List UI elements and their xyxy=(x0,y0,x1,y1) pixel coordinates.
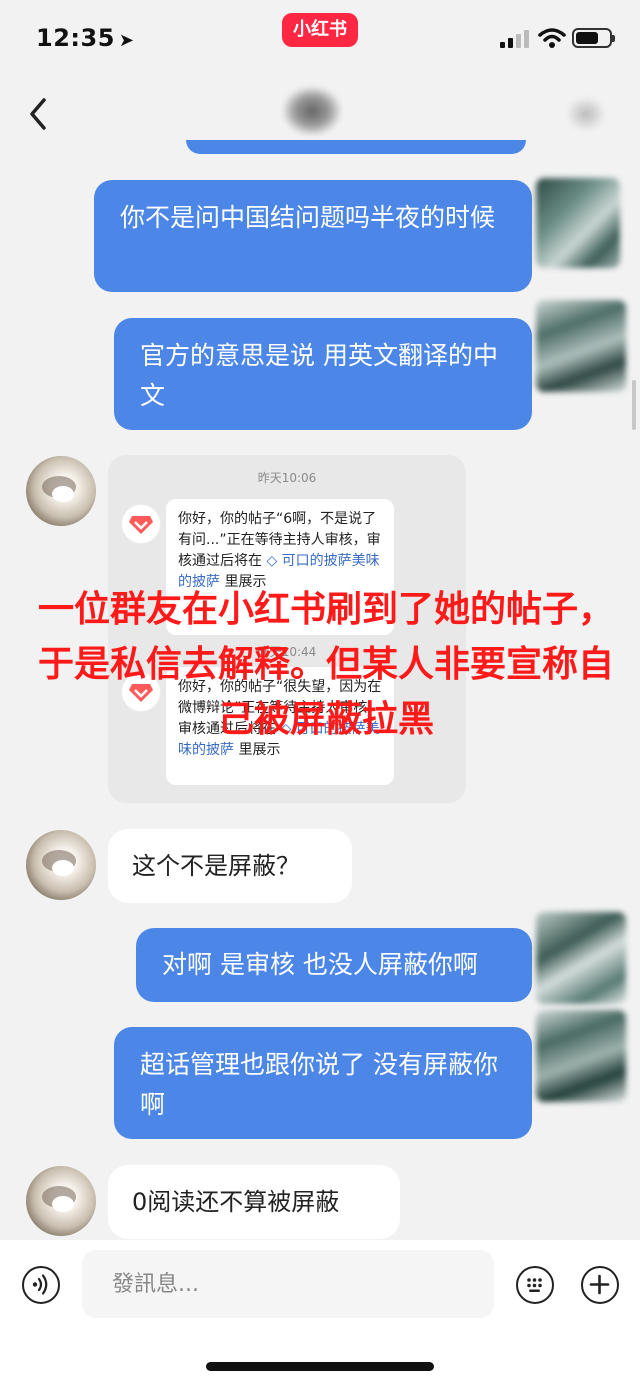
contact-avatar[interactable] xyxy=(26,830,96,900)
cellular-signal-icon xyxy=(500,30,530,48)
message-text: 这个不是屏蔽？ xyxy=(132,852,300,880)
voice-button[interactable] xyxy=(22,1266,60,1304)
status-time: 12:35 ➤ xyxy=(36,24,135,52)
back-button[interactable] xyxy=(24,94,54,134)
location-arrow-icon: ➤ xyxy=(118,30,135,51)
previous-message-edge xyxy=(186,140,526,154)
message-text: 官方的意思是说 用英文翻译的中文 xyxy=(140,341,498,410)
blurred-self-avatar[interactable] xyxy=(536,912,626,1004)
blurred-self-avatar[interactable] xyxy=(536,1010,626,1102)
scrollbar[interactable] xyxy=(632,380,636,430)
status-bar: 12:35 ➤ 小红书 xyxy=(0,0,640,80)
message-text: 对啊 是审核 也没人屏蔽你啊 xyxy=(162,950,478,979)
plus-icon xyxy=(589,1274,610,1295)
message-input[interactable] xyxy=(82,1250,494,1318)
blurred-header-avatar[interactable] xyxy=(566,96,606,132)
moderator-badge-icon xyxy=(122,505,160,543)
app-badge: 小红书 xyxy=(282,13,358,47)
sent-message[interactable]: 对啊 是审核 也没人屏蔽你啊 xyxy=(136,928,532,1002)
message-text: 超话管理也跟你说了 没有屏蔽你啊 xyxy=(140,1050,498,1119)
blurred-contact-name xyxy=(282,86,342,136)
home-indicator[interactable] xyxy=(206,1362,434,1371)
received-message[interactable]: 0阅读还不算被屏蔽 xyxy=(108,1165,400,1239)
battery-icon xyxy=(572,28,615,48)
overlay-caption: 一位群友在小红书刷到了她的帖子，于是私信去解释。但某人非要宣称自己被屏蔽拉黑 xyxy=(37,589,614,740)
wifi-icon xyxy=(538,28,566,48)
blurred-self-avatar[interactable] xyxy=(536,178,620,268)
blurred-self-avatar[interactable] xyxy=(536,300,626,392)
message-text: 0阅读还不算被屏蔽 xyxy=(132,1188,340,1216)
contact-avatar[interactable] xyxy=(26,456,96,526)
voice-icon xyxy=(32,1274,48,1295)
card-timestamp: 昨天10:06 xyxy=(257,471,317,485)
status-time-text: 12:35 xyxy=(36,24,115,52)
received-message[interactable]: 这个不是屏蔽？ xyxy=(108,829,352,903)
keyboard-dots-icon xyxy=(527,1278,542,1292)
emoji-button[interactable] xyxy=(516,1266,554,1304)
sent-message[interactable]: 你不是问中国结问题吗半夜的时候 xyxy=(94,180,532,292)
sent-message[interactable]: 官方的意思是说 用英文翻译的中文 xyxy=(114,318,532,430)
add-button[interactable] xyxy=(581,1266,619,1304)
sent-message[interactable]: 超话管理也跟你说了 没有屏蔽你啊 xyxy=(114,1027,532,1139)
message-text: 你不是问中国结问题吗半夜的时候 xyxy=(120,203,496,232)
contact-avatar[interactable] xyxy=(26,1166,96,1236)
